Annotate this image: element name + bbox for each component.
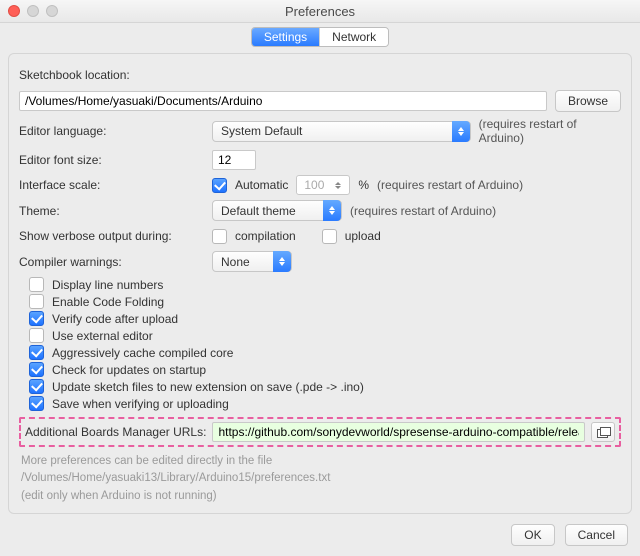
compiler-warnings-select[interactable]: None: [212, 251, 292, 272]
tab-bar: Settings Network: [0, 23, 640, 53]
settings-panel: Sketchbook location: Browse Editor langu…: [8, 53, 632, 514]
compiler-warnings-label: Compiler warnings:: [19, 255, 204, 269]
editor-language-label: Editor language:: [19, 124, 204, 138]
automatic-label: Automatic: [235, 178, 288, 192]
option-row: Aggressively cache compiled core: [29, 345, 621, 360]
upload-label: upload: [345, 229, 381, 243]
option-row: Enable Code Folding: [29, 294, 621, 309]
option-checkbox[interactable]: [29, 379, 44, 394]
sketchbook-path-input[interactable]: [19, 91, 547, 111]
option-checkbox[interactable]: [29, 277, 44, 292]
boards-urls-label: Additional Boards Manager URLs:: [25, 425, 206, 439]
editor-language-note: (requires restart of Arduino): [479, 117, 621, 145]
tab-network[interactable]: Network: [320, 28, 388, 46]
verbose-label: Show verbose output during:: [19, 229, 204, 243]
chevron-updown-icon: [452, 121, 470, 142]
compilation-checkbox[interactable]: [212, 229, 227, 244]
editor-fontsize-input[interactable]: [212, 150, 256, 170]
option-row: Update sketch files to new extension on …: [29, 379, 621, 394]
option-label: Enable Code Folding: [52, 295, 164, 309]
footer-note: More preferences can be edited directly …: [21, 453, 619, 505]
cancel-button[interactable]: Cancel: [565, 524, 628, 546]
option-row: Display line numbers: [29, 277, 621, 292]
editor-language-value: System Default: [221, 124, 452, 138]
titlebar: Preferences: [0, 0, 640, 23]
footer-line2: /Volumes/Home/yasuaki13/Library/Arduino1…: [21, 470, 619, 487]
boards-urls-row: Additional Boards Manager URLs:: [19, 417, 621, 447]
option-row: Use external editor: [29, 328, 621, 343]
option-checkbox[interactable]: [29, 294, 44, 309]
tab-settings[interactable]: Settings: [252, 28, 320, 46]
chevron-updown-icon: [273, 251, 291, 272]
option-label: Check for updates on startup: [52, 363, 206, 377]
footer-line3: (edit only when Arduino is not running): [21, 488, 619, 505]
option-label: Verify code after upload: [52, 312, 178, 326]
option-checkbox[interactable]: [29, 328, 44, 343]
option-checkbox[interactable]: [29, 311, 44, 326]
boards-urls-input[interactable]: [212, 422, 585, 442]
option-row: Check for updates on startup: [29, 362, 621, 377]
ok-button[interactable]: OK: [511, 524, 554, 546]
editor-fontsize-label: Editor font size:: [19, 153, 204, 167]
scale-value: [297, 177, 331, 193]
chevron-updown-icon: [323, 200, 341, 221]
theme-label: Theme:: [19, 204, 204, 218]
compiler-warnings-value: None: [221, 255, 273, 269]
editor-language-select[interactable]: System Default: [212, 121, 471, 142]
option-label: Update sketch files to new extension on …: [52, 380, 364, 394]
option-checkbox[interactable]: [29, 396, 44, 411]
option-label: Aggressively cache compiled core: [52, 346, 233, 360]
option-label: Save when verifying or uploading: [52, 397, 229, 411]
sketchbook-label: Sketchbook location:: [19, 68, 130, 82]
interface-scale-label: Interface scale:: [19, 178, 204, 192]
scale-note: (requires restart of Arduino): [377, 178, 523, 192]
theme-select[interactable]: Default theme: [212, 200, 342, 221]
scale-percent: %: [358, 178, 369, 192]
option-label: Display line numbers: [52, 278, 163, 292]
tab-segmented: Settings Network: [251, 27, 389, 47]
option-row: Save when verifying or uploading: [29, 396, 621, 411]
theme-note: (requires restart of Arduino): [350, 204, 496, 218]
footer-line1: More preferences can be edited directly …: [21, 453, 619, 470]
expand-urls-button[interactable]: [591, 422, 615, 442]
option-label: Use external editor: [52, 329, 153, 343]
options-list: Display line numbers Enable Code Folding V…: [19, 277, 621, 411]
browse-button[interactable]: Browse: [555, 90, 621, 112]
automatic-checkbox[interactable]: [212, 178, 227, 193]
option-row: Verify code after upload: [29, 311, 621, 326]
option-checkbox[interactable]: [29, 345, 44, 360]
option-checkbox[interactable]: [29, 362, 44, 377]
scale-stepper[interactable]: [296, 175, 350, 195]
window-stack-icon: [597, 427, 609, 437]
upload-checkbox[interactable]: [322, 229, 337, 244]
theme-value: Default theme: [221, 204, 323, 218]
dialog-buttons: OK Cancel: [0, 514, 640, 556]
window-title: Preferences: [0, 4, 640, 19]
compilation-label: compilation: [235, 229, 296, 243]
